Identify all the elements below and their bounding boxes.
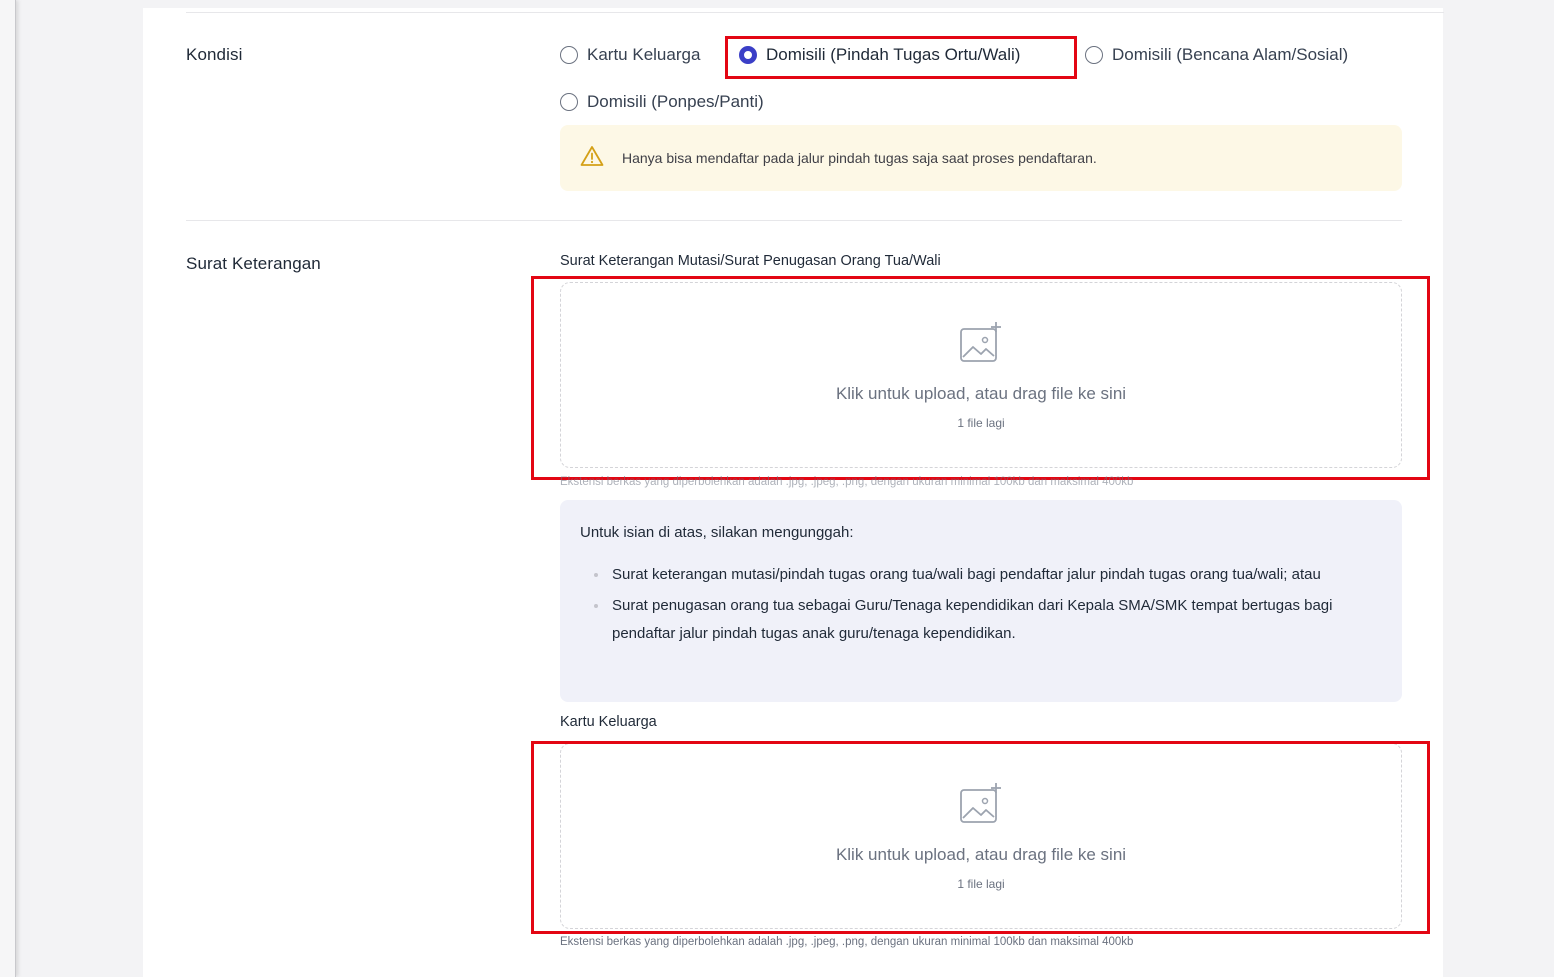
radio-button[interactable]: [560, 46, 578, 64]
divider: [186, 220, 1402, 221]
radio-domisili-pindah-tugas[interactable]: Domisili (Pindah Tugas Ortu/Wali): [739, 45, 1020, 65]
info-box: Untuk isian di atas, silakan mengunggah:…: [560, 500, 1402, 702]
warning-alert: Hanya bisa mendaftar pada jalur pindah t…: [560, 125, 1402, 191]
info-list-item: Surat penugasan orang tua sebagai Guru/T…: [592, 592, 1352, 648]
warning-triangle-icon: [580, 145, 604, 172]
upload-remaining: 1 file lagi: [957, 876, 1005, 891]
radio-button[interactable]: [1085, 46, 1103, 64]
info-list: Surat keterangan mutasi/pindah tugas ora…: [580, 561, 1382, 648]
radio-kartu-keluarga[interactable]: Kartu Keluarga: [560, 45, 700, 65]
radio-label: Kartu Keluarga: [587, 45, 701, 64]
file-extension-note: Ekstensi berkas yang diperbolehkan adala…: [560, 476, 1134, 488]
divider: [186, 12, 1444, 13]
radio-domisili-bencana[interactable]: Domisili (Bencana Alam/Sosial): [1085, 45, 1348, 65]
surat-keterangan-label: Surat Keterangan: [186, 254, 321, 273]
radio-domisili-ponpes[interactable]: Domisili (Ponpes/Panti): [560, 92, 764, 112]
radio-button-checked[interactable]: [739, 46, 757, 64]
image-add-icon: [958, 321, 1004, 370]
radio-label: Domisili (Bencana Alam/Sosial): [1112, 45, 1349, 64]
image-add-icon: [958, 782, 1004, 831]
upload-instruction: Klik untuk upload, atau drag file ke sin…: [835, 844, 1127, 864]
info-intro: Untuk isian di atas, silakan mengunggah:: [580, 524, 854, 541]
upload-dropzone-surat-mutasi[interactable]: Klik untuk upload, atau drag file ke sin…: [560, 282, 1402, 468]
radio-button[interactable]: [560, 93, 578, 111]
left-sidebar-edge: [0, 0, 16, 977]
upload-remaining: 1 file lagi: [957, 415, 1005, 430]
info-list-item: Surat keterangan mutasi/pindah tugas ora…: [592, 561, 1352, 589]
form-panel: Kondisi Kartu Keluarga Domisili (Pindah …: [143, 8, 1444, 977]
upload-instruction: Klik untuk upload, atau drag file ke sin…: [835, 383, 1127, 403]
radio-label: Domisili (Pindah Tugas Ortu/Wali): [766, 45, 1021, 64]
upload-title-kartu-keluarga: Kartu Keluarga: [560, 714, 657, 730]
warning-text: Hanya bisa mendaftar pada jalur pindah t…: [622, 150, 1097, 166]
upload-dropzone-kartu-keluarga[interactable]: Klik untuk upload, atau drag file ke sin…: [560, 743, 1402, 929]
radio-label: Domisili (Ponpes/Panti): [587, 92, 764, 111]
kondisi-label: Kondisi: [186, 45, 243, 64]
file-extension-note: Ekstensi berkas yang diperbolehkan adala…: [560, 936, 1134, 948]
upload-title-surat-mutasi: Surat Keterangan Mutasi/Surat Penugasan …: [560, 253, 941, 269]
